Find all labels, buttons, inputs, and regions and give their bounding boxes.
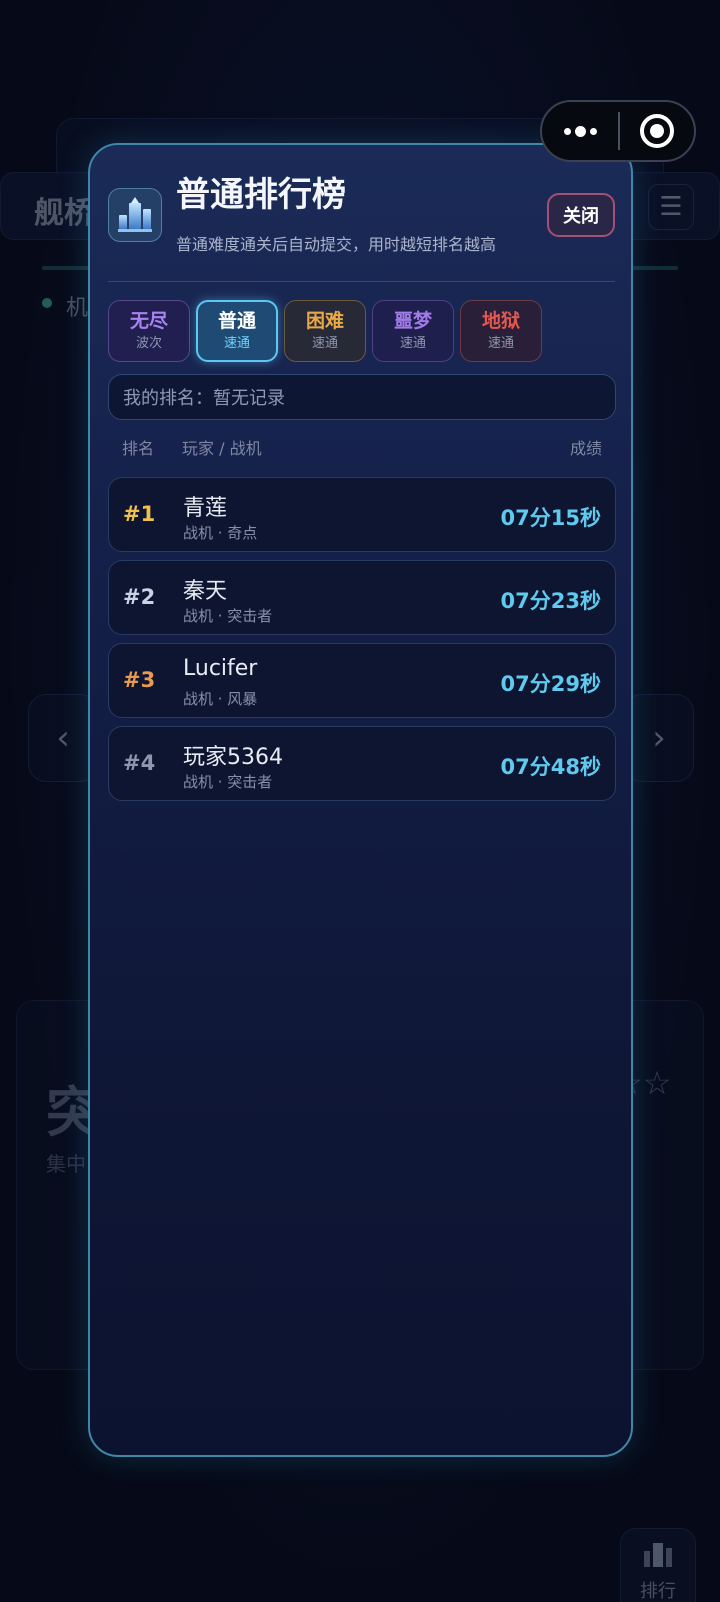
row-player-name: Lucifer xyxy=(183,656,258,681)
exit-miniprogram-button[interactable] xyxy=(620,102,694,160)
trophy-building-icon xyxy=(644,1543,672,1567)
row-ship: 战机 · 突击者 xyxy=(183,607,273,625)
tab-label: 困难 xyxy=(305,310,344,332)
tab-endless[interactable]: 无尽 波次 xyxy=(108,300,190,362)
tab-hell[interactable]: 地狱 速通 xyxy=(460,300,542,362)
row-rank: #4 xyxy=(123,751,156,775)
more-dot-icon xyxy=(574,125,586,137)
background-subtitle: 机 xyxy=(66,296,89,321)
background-title: 舰桥 xyxy=(34,196,94,231)
close-button[interactable]: 关闭 xyxy=(547,193,615,237)
leaderboard-icon xyxy=(108,188,162,242)
table-row[interactable]: #1 青莲 战机 · 奇点 07分15秒 xyxy=(108,477,616,552)
tab-sublabel: 速通 xyxy=(399,336,426,351)
row-ship: 战机 · 奇点 xyxy=(183,524,258,542)
tab-label: 普通 xyxy=(217,310,256,332)
difficulty-tabs: 无尽 波次 普通 速通 困难 速通 噩梦 速通 地狱 速通 xyxy=(108,300,542,362)
target-circle-icon xyxy=(639,114,674,148)
row-score: 07分15秒 xyxy=(500,506,601,530)
row-score: 07分23秒 xyxy=(500,589,601,613)
row-ship: 战机 · 突击者 xyxy=(183,773,273,791)
header-divider xyxy=(108,281,615,282)
tab-label: 噩梦 xyxy=(393,310,432,332)
tab-normal[interactable]: 普通 速通 xyxy=(196,300,278,362)
table-row[interactable]: #2 秦天 战机 · 突击者 07分23秒 xyxy=(108,560,616,635)
table-row[interactable]: #3 Lucifer 战机 · 风暴 07分29秒 xyxy=(108,643,616,718)
row-rank: #2 xyxy=(123,585,156,609)
row-player-name: 玩家5364 xyxy=(183,745,283,770)
modal-subtitle: 普通难度通关后自动提交，用时越短排名越高 xyxy=(176,235,497,254)
tab-sublabel: 波次 xyxy=(135,336,162,351)
modal-title: 普通排行榜 xyxy=(176,175,346,215)
trophy-building-icon xyxy=(118,197,152,232)
status-dot xyxy=(42,298,52,308)
background-ship-desc: 集中 xyxy=(46,1152,86,1176)
leaderboard-button[interactable]: 排行 xyxy=(620,1528,696,1602)
next-arrow-button[interactable]: › xyxy=(624,694,694,782)
more-options-button[interactable] xyxy=(542,102,618,160)
table-row[interactable]: #4 玩家5364 战机 · 突击者 07分48秒 xyxy=(108,726,616,801)
my-rank-bar: 我的排名：暂无记录 xyxy=(108,374,616,420)
column-header-rank: 排名 xyxy=(122,439,155,458)
table-header: 排名 玩家 / 战机 成绩 xyxy=(108,431,616,461)
row-score: 07分48秒 xyxy=(500,755,601,779)
column-header-player: 玩家 / 战机 xyxy=(182,439,262,458)
column-header-score: 成绩 xyxy=(569,439,602,458)
row-rank: #3 xyxy=(123,668,156,692)
row-score: 07分29秒 xyxy=(500,672,601,696)
tab-hard[interactable]: 困难 速通 xyxy=(284,300,366,362)
row-player-name: 秦天 xyxy=(183,579,228,604)
row-player-name: 青莲 xyxy=(183,496,228,521)
miniprogram-capsule xyxy=(540,100,696,162)
leaderboard-button-label: 排行 xyxy=(640,1581,676,1602)
screen: 舰桥 ☰ 机 ‹ › 突 集中 ☆☆ 排行 普通排行榜 普通难度通关后自动提交，… xyxy=(0,0,720,1602)
row-ship: 战机 · 风暴 xyxy=(183,690,258,708)
tab-label: 无尽 xyxy=(129,310,168,332)
menu-icon[interactable]: ☰ xyxy=(648,184,694,230)
tab-nightmare[interactable]: 噩梦 速通 xyxy=(372,300,454,362)
tab-sublabel: 速通 xyxy=(487,336,514,351)
row-rank: #1 xyxy=(123,502,156,526)
leaderboard-list: #1 青莲 战机 · 奇点 07分15秒 #2 秦天 战机 · 突击者 07分2… xyxy=(108,477,616,809)
leaderboard-modal: 普通排行榜 普通难度通关后自动提交，用时越短排名越高 关闭 无尽 波次 普通 速… xyxy=(88,143,633,1457)
tab-sublabel: 速通 xyxy=(223,336,250,351)
tab-label: 地狱 xyxy=(481,310,520,332)
more-dot-icon xyxy=(589,127,597,135)
more-dot-icon xyxy=(563,127,571,135)
tab-sublabel: 速通 xyxy=(311,336,338,351)
